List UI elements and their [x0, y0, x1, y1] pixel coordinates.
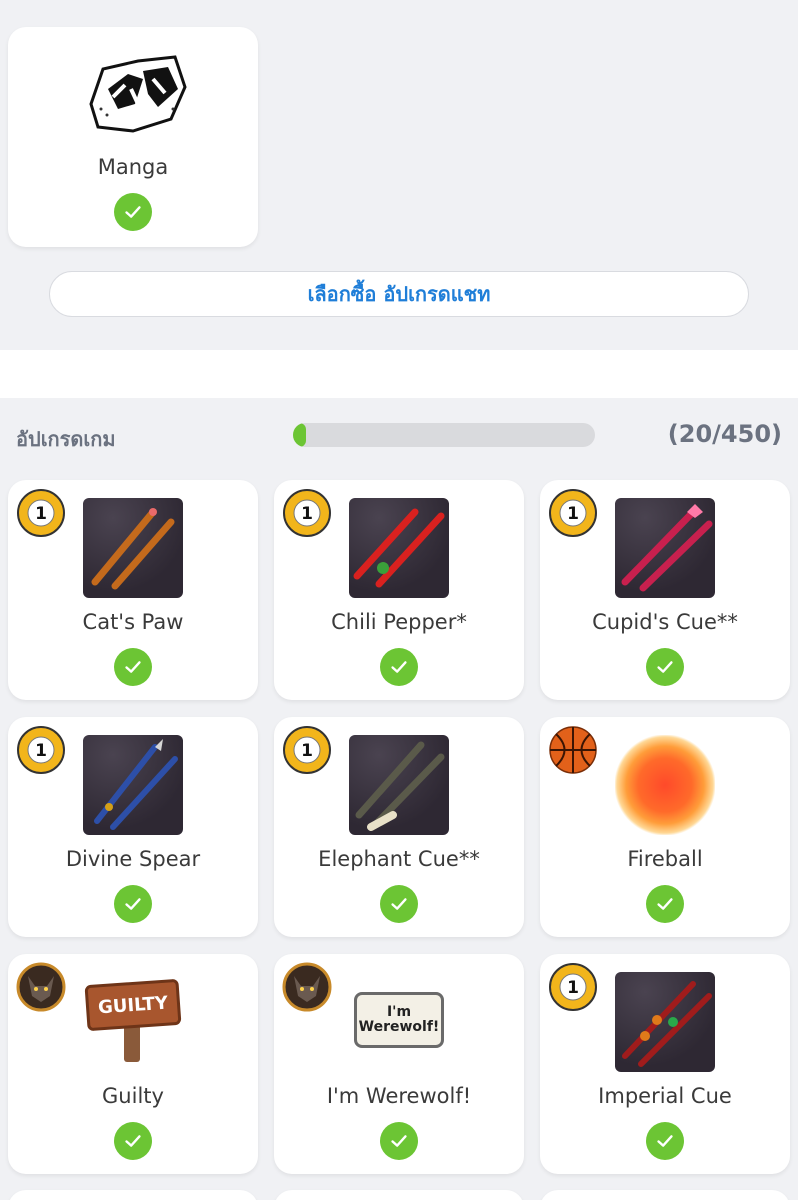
basketball-icon [549, 726, 597, 774]
svg-text:1: 1 [301, 504, 313, 524]
item-card[interactable]: 1 Imperial Cue [540, 954, 790, 1174]
owned-check-icon [114, 1122, 152, 1160]
svg-text:1: 1 [35, 504, 47, 524]
pool-ball-1-icon: 1 [283, 489, 331, 537]
svg-text:1: 1 [301, 741, 313, 761]
owned-check-icon [114, 885, 152, 923]
owned-check-icon [380, 648, 418, 686]
fireball-thumbnail [615, 735, 715, 835]
item-card[interactable]: 1 Divine Spear [8, 717, 258, 937]
werewolf-icon [282, 962, 332, 1012]
shop-chat-upgrades-button[interactable]: เลือกซื้อ อัปเกรดแชท [49, 271, 749, 317]
owned-check-icon [380, 1122, 418, 1160]
guilty-sign-image: GUILTY [84, 978, 182, 1064]
pool-ball-1-icon: 1 [17, 726, 65, 774]
item-name: Elephant Cue** [318, 847, 480, 871]
item-card[interactable]: I'm Werewolf! I'm Werewolf! [274, 954, 524, 1174]
item-name: Cat's Paw [82, 610, 184, 634]
guilty-sign-text: GUILTY [97, 992, 169, 1018]
pool-ball-1-icon: 1 [549, 489, 597, 537]
sticker-card-manga[interactable]: Manga [8, 27, 258, 247]
item-card[interactable]: 1 Chili Pepper* [274, 480, 524, 700]
item-card[interactable]: 1 Elephant Cue** [274, 717, 524, 937]
progress-fill [293, 423, 307, 447]
svg-text:1: 1 [567, 978, 579, 998]
item-name: Chili Pepper* [331, 610, 467, 634]
section-divider [0, 350, 798, 398]
game-upgrades-count: (20/450) [667, 420, 782, 448]
owned-check-icon [646, 648, 684, 686]
owned-check-icon [114, 193, 152, 231]
svg-text:1: 1 [35, 741, 47, 761]
owned-check-icon [114, 648, 152, 686]
pool-ball-1-icon: 1 [17, 489, 65, 537]
item-name: Fireball [627, 847, 703, 871]
game-upgrades-label: อัปเกรดเกม [16, 427, 116, 451]
item-card[interactable] [540, 1190, 790, 1200]
werewolf-icon [16, 962, 66, 1012]
spear-thumbnail [83, 735, 183, 835]
item-name: I'm Werewolf! [326, 1084, 472, 1108]
svg-text:1: 1 [567, 504, 579, 524]
cue-thumbnail [83, 498, 183, 598]
werewolf-sign-image: I'm Werewolf! [354, 992, 444, 1048]
cue-thumbnail [615, 498, 715, 598]
owned-check-icon [646, 1122, 684, 1160]
pool-ball-1-icon: 1 [549, 963, 597, 1011]
item-card[interactable]: 1 Cat's Paw [8, 480, 258, 700]
cue-thumbnail [349, 735, 449, 835]
item-card[interactable]: GUILTY Guilty [8, 954, 258, 1174]
game-upgrades-progress-bar [293, 423, 595, 447]
item-card[interactable] [274, 1190, 524, 1200]
item-name: Guilty [102, 1084, 164, 1108]
item-card[interactable] [8, 1190, 258, 1200]
item-name: Cupid's Cue** [592, 610, 738, 634]
item-name: Divine Spear [65, 847, 201, 871]
item-card[interactable]: Fireball [540, 717, 790, 937]
item-card[interactable]: 1 Cupid's Cue** [540, 480, 790, 700]
manga-sticker-image [89, 55, 187, 133]
pool-ball-1-icon: 1 [283, 726, 331, 774]
owned-check-icon [646, 885, 684, 923]
cue-thumbnail [615, 972, 715, 1072]
sticker-name: Manga [97, 155, 169, 179]
cue-thumbnail [349, 498, 449, 598]
owned-check-icon [380, 885, 418, 923]
item-name: Imperial Cue [598, 1084, 732, 1108]
